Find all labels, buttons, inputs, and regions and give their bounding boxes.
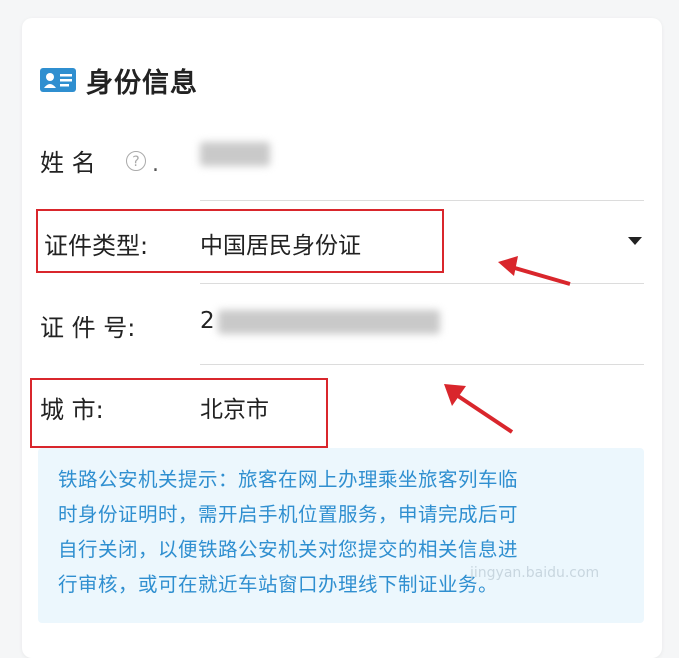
id-number-field[interactable]: 2 xyxy=(200,308,215,334)
chevron-down-icon[interactable] xyxy=(628,237,642,245)
name-label: 姓 名 xyxy=(40,149,96,177)
id-number-underline xyxy=(200,364,644,365)
annotation-box-id-type xyxy=(36,209,444,273)
annotation-arrow-2 xyxy=(444,384,514,434)
notice-line: 铁路公安机关提示：旅客在网上办理乘坐旅客列车临 xyxy=(58,468,519,491)
notice-line: 自行关闭，以便铁路公安机关对您提交的相关信息进 xyxy=(58,538,519,561)
section-header: 身份信息 xyxy=(40,62,198,99)
name-colon: . xyxy=(152,152,159,177)
annotation-box-city xyxy=(30,378,328,448)
section-title: 身份信息 xyxy=(86,67,198,99)
id-card-icon xyxy=(40,68,76,92)
id-number-label: 证 件 号: xyxy=(40,314,136,342)
id-number-redacted xyxy=(218,310,440,334)
annotation-arrow-1 xyxy=(498,256,571,286)
watermark: jingyan.baidu.com xyxy=(470,565,600,581)
notice-text: 铁路公安机关提示：旅客在网上办理乘坐旅客列车临 时身份证明时，需开启手机位置服务… xyxy=(58,462,628,602)
notice-line: 时身份证明时，需开启手机位置服务，申请完成后可 xyxy=(58,503,519,526)
name-value-redacted xyxy=(200,142,270,166)
help-icon[interactable]: ? xyxy=(126,151,146,171)
notice-box: 铁路公安机关提示：旅客在网上办理乘坐旅客列车临 时身份证明时，需开启手机位置服务… xyxy=(38,448,644,623)
name-field-underline xyxy=(200,200,644,201)
